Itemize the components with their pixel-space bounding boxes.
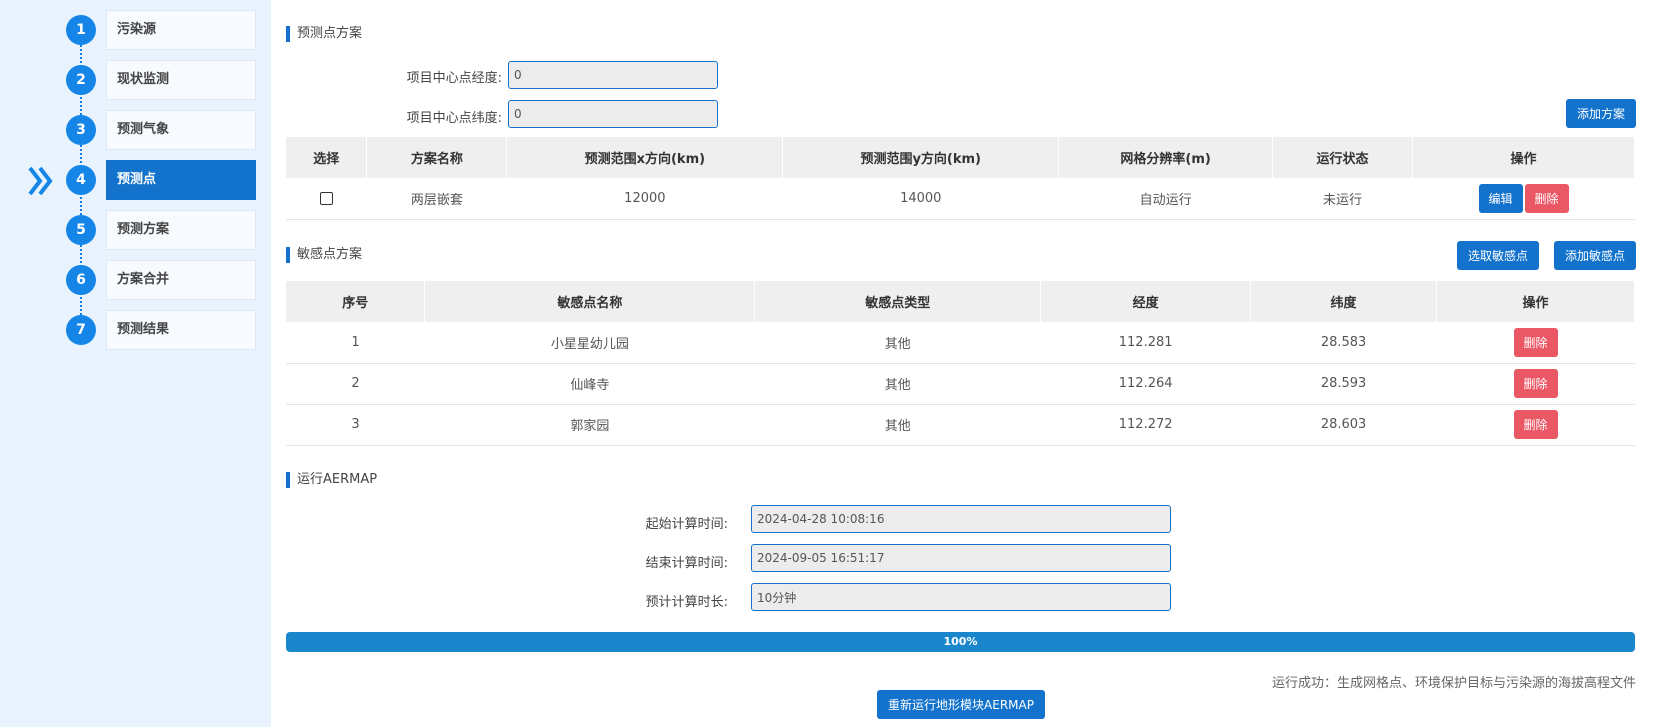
- cell-lat: 28.603: [1250, 404, 1437, 446]
- step-number-badge: 2: [66, 65, 96, 95]
- prediction-section-title: 预测点方案: [286, 26, 362, 42]
- cell-x: 12000: [506, 178, 783, 220]
- delete-button[interactable]: 删除: [1524, 183, 1569, 213]
- table-row: 1 小星星幼儿园 其他 112.281 28.583 删除: [286, 322, 1635, 364]
- cell-name: 仙峰寺: [424, 363, 755, 405]
- cell-type: 其他: [754, 322, 1041, 364]
- step-label[interactable]: 预测点: [106, 160, 256, 200]
- delete-button[interactable]: 删除: [1513, 327, 1558, 357]
- step-item-3[interactable]: 3 预测气象: [0, 110, 271, 150]
- cell-lat: 28.593: [1250, 363, 1437, 405]
- step-item-6[interactable]: 6 方案合并: [0, 260, 271, 300]
- cell-idx: 3: [286, 404, 425, 446]
- row-checkbox[interactable]: [319, 191, 333, 205]
- rerun-aermap-button[interactable]: 重新运行地形模块AERMAP: [877, 690, 1045, 719]
- delete-button[interactable]: 删除: [1513, 369, 1558, 398]
- cell-res: 自动运行: [1058, 178, 1273, 220]
- actions-cell: 删除: [1436, 363, 1635, 405]
- duration-label: 预计计算时长:: [645, 595, 728, 610]
- step-label[interactable]: 预测气象: [106, 110, 256, 150]
- column-header: 序号: [286, 281, 426, 322]
- add-scheme-button[interactable]: 添加方案: [1566, 99, 1636, 128]
- column-header: 预测范围x方向(km): [506, 137, 784, 178]
- column-header: 预测范围y方向(km): [782, 137, 1060, 178]
- run-status-message: 运行成功：生成网格点、环境保护目标与污染源的海拔高程文件: [1271, 676, 1636, 691]
- step-number-badge: 1: [66, 15, 96, 45]
- select-sensitive-button[interactable]: 选取敏感点: [1457, 241, 1539, 270]
- table-row: 2 仙峰寺 其他 112.264 28.593 删除: [286, 363, 1635, 405]
- aermap-section-title: 运行AERMAP: [286, 472, 377, 488]
- step-item-7[interactable]: 7 预测结果: [0, 310, 271, 350]
- cell-lng: 112.272: [1040, 404, 1251, 446]
- step-number-badge: 6: [66, 265, 96, 295]
- step-item-5[interactable]: 5 预测方案: [0, 210, 271, 250]
- column-header: 运行状态: [1272, 137, 1414, 178]
- column-header: 敏感点类型: [754, 281, 1042, 322]
- step-label[interactable]: 预测结果: [106, 310, 256, 350]
- step-sidebar: 1 污染源 2 现状监测 3 预测气象 4 预测点 5 预测方案 6 方案合并 7 预测结果: [0, 0, 271, 727]
- sensitive-point-table: 序号 敏感点名称 敏感点类型 经度 纬度 操作 1 小星星幼儿园 其他 112.281 28.58…: [286, 281, 1635, 446]
- center-lat-input[interactable]: [508, 100, 718, 128]
- column-header: 操作: [1436, 281, 1635, 322]
- column-header: 敏感点名称: [424, 281, 756, 322]
- edit-button[interactable]: 编辑: [1478, 183, 1523, 213]
- step-label[interactable]: 现状监测: [106, 60, 256, 100]
- step-number-badge: 5: [66, 215, 96, 245]
- column-header: 网格分辨率(m): [1058, 137, 1274, 178]
- add-sensitive-button[interactable]: 添加敏感点: [1554, 241, 1636, 270]
- cell-lat: 28.583: [1250, 322, 1437, 364]
- step-label[interactable]: 污染源: [106, 10, 256, 50]
- step-item-4[interactable]: 4 预测点: [0, 160, 271, 200]
- actions-cell: 删除: [1436, 322, 1635, 364]
- cell-idx: 1: [286, 322, 425, 364]
- cell-name: 郭家园: [424, 404, 755, 446]
- start-time-label: 起始计算时间:: [645, 517, 728, 532]
- step-label[interactable]: 方案合并: [106, 260, 256, 300]
- column-header: 纬度: [1250, 281, 1438, 322]
- center-lng-label: 项目中心点经度:: [406, 71, 502, 86]
- progress-bar: 100%: [286, 632, 1635, 652]
- end-time-input[interactable]: [751, 544, 1171, 572]
- actions-cell: 删除: [1436, 404, 1635, 446]
- center-lng-input[interactable]: [508, 61, 718, 89]
- actions-cell: 编辑 删除: [1412, 178, 1635, 220]
- step-number-badge: 4: [66, 165, 96, 195]
- column-header: 操作: [1412, 137, 1635, 178]
- sensitive-section-title: 敏感点方案: [286, 247, 362, 263]
- end-time-label: 结束计算时间:: [645, 556, 728, 571]
- center-lat-label: 项目中心点纬度:: [406, 111, 502, 126]
- cell-idx: 2: [286, 363, 425, 405]
- cell-status: 未运行: [1272, 178, 1413, 220]
- cell-name: 小星星幼儿园: [424, 322, 755, 364]
- step-number-badge: 3: [66, 115, 96, 145]
- cell-name: 两层嵌套: [366, 178, 507, 220]
- column-header: 选择: [286, 137, 368, 178]
- step-item-2[interactable]: 2 现状监测: [0, 60, 271, 100]
- cell-type: 其他: [754, 363, 1041, 405]
- step-number-badge: 7: [66, 315, 96, 345]
- cell-type: 其他: [754, 404, 1041, 446]
- step-item-1[interactable]: 1 污染源: [0, 10, 271, 50]
- select-cell: [286, 178, 367, 220]
- start-time-input[interactable]: [751, 505, 1171, 533]
- column-header: 方案名称: [366, 137, 508, 178]
- step-label[interactable]: 预测方案: [106, 210, 256, 250]
- prediction-scheme-table: 选择 方案名称 预测范围x方向(km) 预测范围y方向(km) 网格分辨率(m) 运行状态…: [286, 137, 1635, 220]
- duration-input[interactable]: [751, 583, 1171, 611]
- cell-lng: 112.281: [1040, 322, 1251, 364]
- table-row: 两层嵌套 12000 14000 自动运行 未运行 编辑 删除: [286, 178, 1635, 220]
- column-header: 经度: [1040, 281, 1252, 322]
- table-row: 3 郭家园 其他 112.272 28.603 删除: [286, 404, 1635, 446]
- cell-y: 14000: [782, 178, 1059, 220]
- delete-button[interactable]: 删除: [1513, 410, 1558, 439]
- cell-lng: 112.264: [1040, 363, 1251, 405]
- progress-text: 100%: [943, 635, 978, 648]
